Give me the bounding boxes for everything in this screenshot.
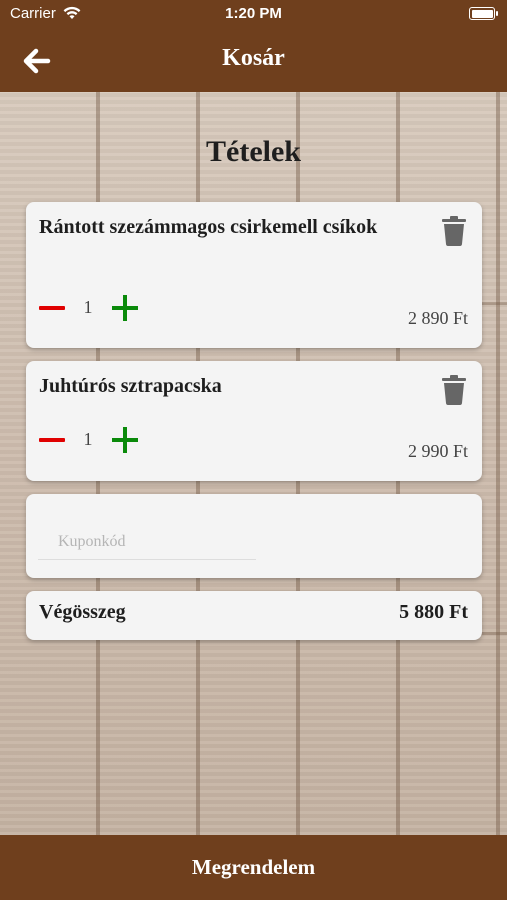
total-card: Végösszeg 5 880 Ft xyxy=(26,591,482,640)
quantity-value: 1 xyxy=(83,297,93,317)
item-name: Rántott szezámmagos csirkemell csíkok xyxy=(39,216,378,238)
decrease-quantity-button[interactable] xyxy=(39,427,65,453)
quantity-value: 1 xyxy=(83,429,93,449)
trash-icon[interactable] xyxy=(442,375,466,405)
top-bar: Carrier 1:20 PM Kosár xyxy=(0,0,507,92)
status-bar: Carrier 1:20 PM xyxy=(0,0,507,30)
battery-icon xyxy=(469,7,498,20)
coupon-code-input[interactable] xyxy=(38,524,256,560)
trash-icon[interactable] xyxy=(442,216,466,246)
item-price: 2 890 Ft xyxy=(407,308,468,328)
order-button[interactable]: Megrendelem xyxy=(0,835,507,900)
total-label: Végösszeg xyxy=(39,601,126,623)
total-value: 5 880 Ft xyxy=(399,601,468,623)
cart-item-card: Juhtúrós sztrapacska 1 2 990 Ft xyxy=(26,361,482,481)
clock: 1:20 PM xyxy=(225,5,282,22)
decrease-quantity-button[interactable] xyxy=(39,295,65,321)
increase-quantity-button[interactable] xyxy=(112,427,138,453)
increase-quantity-button[interactable] xyxy=(112,295,138,321)
item-price: 2 990 Ft xyxy=(407,441,468,461)
page-title: Kosár xyxy=(222,45,285,71)
order-button-label: Megrendelem xyxy=(191,855,316,879)
cart-item-card: Rántott szezámmagos csirkemell csíkok 1 … xyxy=(26,202,482,348)
coupon-card xyxy=(26,494,482,578)
item-name: Juhtúrós sztrapacska xyxy=(39,375,222,397)
section-heading: Tételek xyxy=(206,135,301,168)
